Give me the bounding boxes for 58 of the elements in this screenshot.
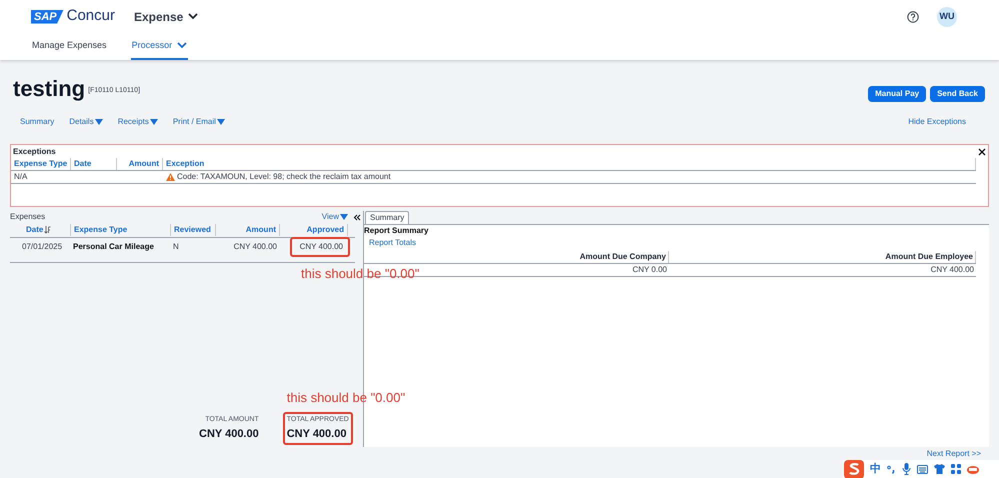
column-header: Amount Due Company <box>364 251 669 263</box>
table-cell: CNY 400.00 <box>930 264 974 276</box>
report-menu-link[interactable]: Receipts <box>118 116 158 128</box>
input-mode[interactable]: 中 <box>870 460 881 478</box>
column-header: Amount <box>117 158 163 170</box>
user-avatar[interactable]: WU <box>937 6 957 26</box>
column-header: Date <box>10 224 70 236</box>
column-header: Expense Type <box>70 224 170 236</box>
chevron-down-icon <box>188 13 198 20</box>
table-cell-text: CNY 400.00 <box>232 241 278 253</box>
table-cell-text: 07/01/2025 <box>21 241 64 253</box>
table-cell-text: Code: TAXAMOUN, Level: 98; check the reclaim tax amount <box>176 171 392 183</box>
column-header: Exception <box>163 158 976 170</box>
sort-icon[interactable] <box>44 226 52 234</box>
collapse-icon[interactable] <box>353 214 361 220</box>
action-button[interactable]: Manual Pay <box>868 86 926 102</box>
close-icon[interactable] <box>978 148 986 156</box>
hide-exceptions-link[interactable]: Hide Exceptions <box>908 116 966 128</box>
annotation-text: this should be "0.00" <box>301 265 420 283</box>
microphone-icon[interactable] <box>902 463 911 475</box>
table-cell-text: Personal Car Mileage <box>72 241 155 253</box>
grid-icon[interactable] <box>951 464 961 474</box>
nav-tab[interactable]: Manage Expenses <box>31 33 108 60</box>
column-header: Amount Due Employee <box>669 251 976 263</box>
product-menu[interactable]: Expense <box>134 8 198 26</box>
column-header: Expense Type <box>11 158 71 170</box>
keyboard-icon[interactable] <box>917 464 928 474</box>
total-value: CNY 400.00 <box>286 426 348 442</box>
table-cell: CNY 0.00 <box>632 264 667 276</box>
caret-icon <box>340 214 348 220</box>
column-header: Reviewed <box>170 224 215 236</box>
table-cell-text: CNY 400.00 <box>298 241 344 253</box>
punctuation-icon[interactable] <box>887 464 896 474</box>
table-cell-text: N/A <box>13 171 28 183</box>
report-menu-link[interactable]: Print / Email <box>172 116 225 128</box>
brand-name: Concur <box>66 6 115 26</box>
report-menu-link[interactable]: Details <box>69 116 103 128</box>
report-totals-link[interactable]: Report Totals <box>369 237 416 249</box>
summary-title: Report Summary <box>364 225 428 237</box>
exceptions-title: Exceptions <box>12 146 57 158</box>
annotation-text: this should be "0.00" <box>286 389 406 407</box>
total-value: CNY 400.00 <box>199 426 259 442</box>
view-menu[interactable]: View <box>322 211 348 223</box>
action-button[interactable]: Send Back <box>930 86 985 102</box>
report-title: testing <box>13 74 86 103</box>
warning-icon <box>166 173 175 181</box>
shirt-icon[interactable] <box>934 464 945 474</box>
report-menu-link[interactable]: Summary <box>20 116 54 128</box>
expenses-title: Expenses <box>10 211 46 223</box>
column-header: Amount <box>215 224 280 236</box>
sap-logo: SAP <box>31 10 64 24</box>
help-icon[interactable] <box>907 10 919 22</box>
next-report-link[interactable]: Next Report >> <box>926 448 981 460</box>
column-header: Approved <box>280 224 348 236</box>
nav-tab[interactable]: Processor <box>130 33 188 60</box>
summary-tab[interactable]: Summary <box>365 211 410 224</box>
table-cell-text: N <box>172 241 180 253</box>
column-header: Date <box>71 158 117 170</box>
